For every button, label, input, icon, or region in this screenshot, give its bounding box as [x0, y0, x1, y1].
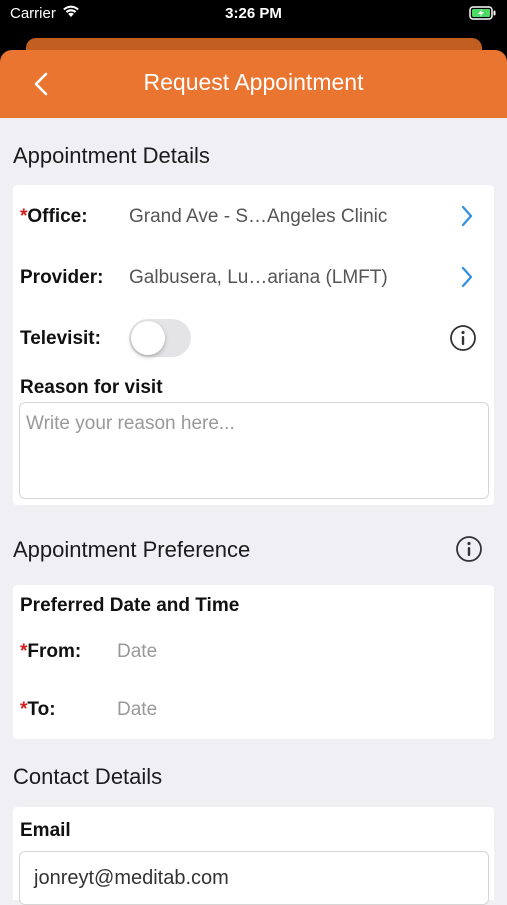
appointment-details-heading: Appointment Details [13, 143, 210, 168]
reason-textarea[interactable]: Write your reason here... [19, 402, 489, 499]
appointment-details-card: *Office: Grand Ave - S…Angeles Clinic Pr… [13, 185, 494, 505]
chevron-right-icon [459, 204, 475, 228]
page-title: Request Appointment [143, 69, 364, 95]
email-label: Email [20, 820, 71, 841]
chevron-right-icon [459, 265, 475, 289]
battery-charging-icon [469, 6, 497, 25]
preferred-date-time-label: Preferred Date and Time [20, 595, 240, 616]
to-date-field: Date [117, 699, 158, 720]
to-label-text: To: [27, 699, 56, 720]
office-row[interactable]: *Office: Grand Ave - S…Angeles Clinic [13, 185, 494, 247]
televisit-toggle[interactable] [129, 319, 191, 357]
office-label: *Office: [20, 206, 88, 228]
provider-row[interactable]: Provider: Galbusera, Lu…ariana (LMFT) [13, 247, 494, 307]
toggle-knob [131, 321, 165, 355]
contact-details-heading: Contact Details [13, 764, 163, 789]
from-date-field: Date [117, 641, 158, 662]
provider-value: Galbusera, Lu…ariana (LMFT) [129, 267, 388, 288]
info-icon[interactable] [455, 535, 483, 563]
televisit-label: Televisit: [20, 328, 101, 349]
appointment-preference-heading: Appointment Preference [13, 537, 251, 562]
provider-label: Provider: [20, 267, 104, 288]
reason-label: Reason for visit [20, 377, 163, 398]
status-bar: Carrier 3:26 PM [0, 0, 507, 28]
office-value: Grand Ave - S…Angeles Clinic [129, 206, 388, 227]
from-date-row[interactable]: *From: Date [13, 629, 494, 675]
to-date-row[interactable]: *To: Date [13, 687, 494, 733]
clock: 3:26 PM [225, 5, 282, 22]
from-label-text: From: [27, 641, 82, 662]
contact-details-card: Email jonreyt@meditab.com [13, 807, 494, 905]
office-label-text: Office: [27, 206, 88, 227]
email-input[interactable]: jonreyt@meditab.com [19, 851, 489, 905]
nav-bar: Request Appointment [0, 50, 507, 118]
info-icon[interactable] [449, 324, 477, 352]
from-label: *From: [20, 641, 81, 663]
appointment-preference-card: Preferred Date and Time *From: Date *To:… [13, 585, 494, 739]
to-label: *To: [20, 699, 56, 721]
